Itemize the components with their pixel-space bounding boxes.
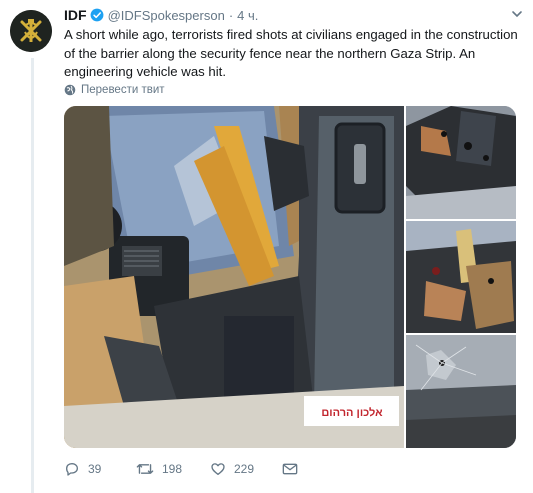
vehicle-sign-text: אלכון הרהום	[321, 406, 383, 419]
media-photo-window-damage[interactable]	[406, 106, 516, 219]
message-icon	[282, 463, 298, 475]
tweet-timestamp[interactable]: 4 ч.	[237, 8, 258, 23]
author-handle[interactable]: @IDFSpokesperson	[108, 8, 225, 23]
retweet-button[interactable]: 198	[136, 459, 182, 479]
verified-badge-icon	[90, 8, 103, 22]
like-icon	[211, 463, 225, 475]
like-button[interactable]: 229	[210, 459, 254, 479]
retweet-icon	[136, 464, 154, 474]
tweet-text: A short while ago, terrorists fired shot…	[64, 27, 518, 79]
media-grid: אלכון הרהום	[64, 106, 516, 448]
reply-icon	[66, 463, 78, 476]
avatar[interactable]	[10, 10, 52, 52]
like-count: 229	[234, 462, 255, 476]
thread-line	[31, 58, 34, 493]
globe-icon	[64, 84, 76, 96]
retweet-count: 198	[162, 462, 183, 476]
translate-label: Перевести твит	[81, 84, 165, 96]
media-photo-bullet-holes[interactable]	[406, 221, 516, 333]
tweet-header: IDF @IDFSpokesperson · 4 ч.	[64, 6, 525, 24]
media-photo-cab-interior[interactable]: אלכון הרהום	[64, 106, 404, 448]
header-separator: ·	[228, 7, 234, 23]
tweet-actions: 39 198 229	[64, 459, 364, 481]
chevron-down-icon[interactable]	[511, 8, 523, 20]
media-photo-shattered-glass[interactable]	[406, 335, 516, 448]
translate-tweet-link[interactable]: Перевести твит	[64, 84, 165, 96]
reply-count: 39	[88, 462, 102, 476]
direct-message-button[interactable]	[282, 459, 306, 479]
author-name[interactable]: IDF	[64, 7, 87, 23]
reply-button[interactable]: 39	[64, 459, 101, 479]
idf-emblem-icon	[10, 10, 52, 52]
